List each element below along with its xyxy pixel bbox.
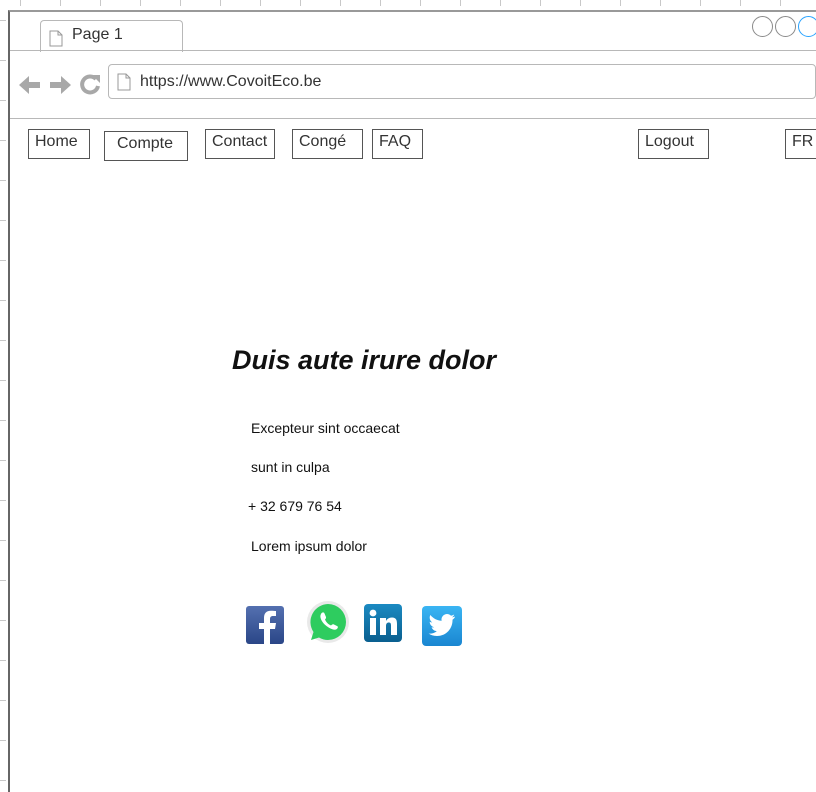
phone-number: + 32 679 76 54 — [248, 498, 342, 514]
back-arrow-icon[interactable] — [18, 74, 42, 96]
url-text: https://www.CovoitEco.be — [140, 73, 322, 90]
facebook-icon[interactable] — [244, 602, 286, 648]
window-controls — [750, 16, 816, 38]
reload-icon[interactable] — [79, 73, 101, 95]
ruler-top — [0, 0, 816, 10]
logout-button[interactable]: Logout — [638, 129, 709, 159]
nav-contact-button[interactable]: Contact — [205, 129, 275, 159]
page-title: Duis aute irure dolor — [232, 345, 497, 375]
tab-label: Page 1 — [72, 26, 123, 43]
nav-account-button[interactable]: Compte — [104, 131, 188, 161]
whatsapp-icon[interactable] — [305, 599, 351, 649]
nav-home-button[interactable]: Home — [28, 129, 90, 159]
page-icon — [117, 73, 131, 91]
info-line-1: Excepteur sint occaecat — [251, 420, 400, 436]
browser-tab[interactable]: Page 1 — [40, 20, 183, 52]
twitter-icon[interactable] — [420, 602, 462, 648]
page-icon — [49, 30, 63, 47]
window-circle-icon[interactable] — [798, 16, 816, 37]
language-button[interactable]: FR — [785, 129, 816, 159]
ruler-left — [0, 0, 6, 792]
toolbar-line — [10, 118, 816, 119]
browser-window: Page 1 https://www.CovoitEco.be Home Com… — [8, 10, 816, 792]
window-circle-icon[interactable] — [775, 16, 796, 37]
nav-leave-button[interactable]: Congé — [292, 129, 363, 159]
info-line-2: sunt in culpa — [251, 459, 330, 475]
forward-arrow-icon[interactable] — [48, 74, 72, 96]
info-line-4: Lorem ipsum dolor — [251, 538, 367, 554]
nav-faq-button[interactable]: FAQ — [372, 129, 423, 159]
tab-strip-line — [10, 50, 816, 51]
window-circle-icon[interactable] — [752, 16, 773, 37]
address-bar[interactable]: https://www.CovoitEco.be — [108, 64, 816, 99]
linkedin-icon[interactable] — [362, 602, 404, 648]
